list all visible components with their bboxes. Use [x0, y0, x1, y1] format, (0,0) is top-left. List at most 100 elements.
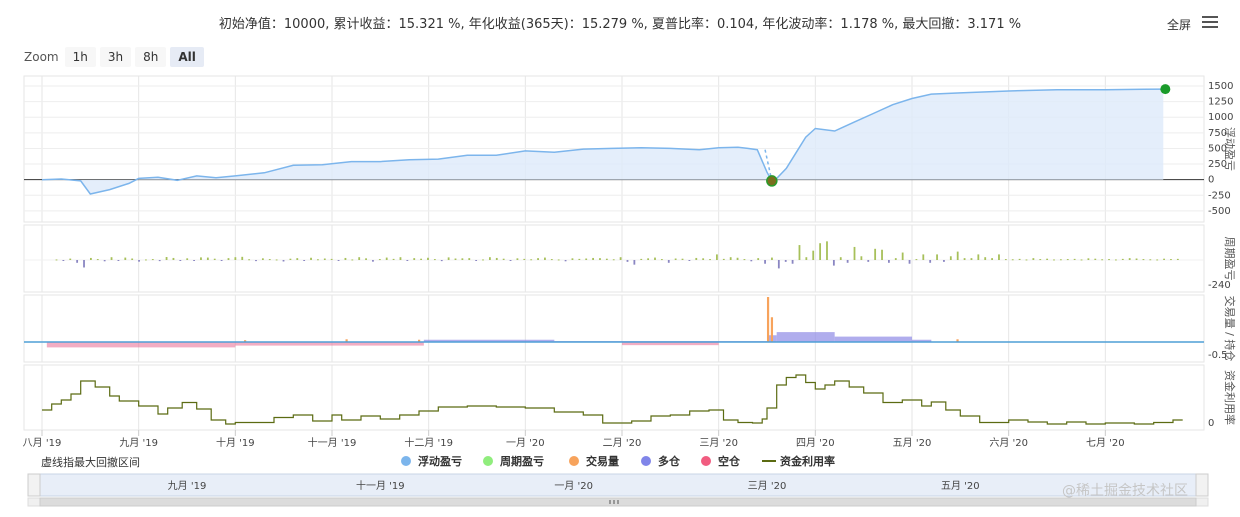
period-pnl-bar	[420, 258, 423, 260]
pnl-end-marker	[1160, 84, 1171, 95]
period-pnl-bar	[826, 241, 828, 260]
period-pnl-bar	[537, 258, 539, 260]
period-pnl-bar	[323, 258, 326, 260]
period-pnl-bar	[385, 257, 388, 260]
period-pnl-bar	[654, 257, 656, 260]
period-pnl-bar	[55, 259, 58, 261]
navigator-label: 五月 '20	[941, 480, 980, 492]
pane-title-volume: 交易量 / 持仓	[1223, 296, 1237, 362]
volume-bar	[770, 317, 774, 342]
period-pnl-bar	[846, 260, 849, 263]
period-pnl-bar	[640, 258, 643, 260]
period-pnl-bar	[784, 260, 787, 262]
period-pnl-bar	[564, 260, 567, 262]
period-pnl-bar	[771, 257, 773, 260]
period-pnl-bar	[998, 254, 1000, 260]
period-pnl-bar	[1170, 259, 1172, 261]
period-pnl-bar	[888, 260, 890, 263]
period-pnl-bar	[495, 257, 498, 260]
period-pnl-bar	[991, 258, 993, 260]
period-pnl-bar	[255, 260, 257, 262]
period-pnl-bar	[874, 248, 877, 260]
period-pnl-bar	[1032, 258, 1035, 260]
period-pnl-bar	[819, 243, 822, 260]
period-pnl-bar	[1059, 259, 1062, 261]
x-tick-label: 三月 '20	[699, 437, 738, 449]
period-pnl-bar	[372, 260, 374, 262]
period-pnl-bar	[812, 250, 815, 260]
period-pnl-bar	[1108, 259, 1110, 261]
period-pnl-bar	[158, 260, 161, 262]
period-pnl-bar	[1025, 259, 1028, 261]
period-pnl-bar	[619, 257, 622, 260]
period-pnl-bar	[1128, 258, 1131, 260]
legend-item[interactable]: 交易量	[569, 454, 619, 468]
legend-item[interactable]: 空仓	[701, 454, 741, 468]
period-pnl-bar	[984, 257, 987, 260]
volume-bar	[766, 297, 770, 342]
period-pnl-bar	[392, 258, 395, 260]
period-pnl-bar	[241, 256, 244, 260]
period-pnl-bar	[1073, 258, 1076, 260]
period-pnl-bar	[571, 258, 574, 260]
period-pnl-bar	[1135, 258, 1138, 260]
x-tick-label: 七月 '20	[1086, 437, 1125, 449]
period-pnl-bar	[736, 257, 739, 260]
period-pnl-bar	[413, 258, 416, 260]
y-tick-label: 0	[1208, 175, 1214, 186]
period-pnl-bar	[76, 260, 79, 263]
long-position-area	[834, 336, 912, 342]
period-pnl-bar	[860, 256, 863, 260]
period-pnl-bar	[605, 258, 608, 260]
period-pnl-bar	[220, 260, 223, 261]
navigator-left-handle[interactable]	[27, 473, 41, 497]
period-pnl-bar	[757, 258, 760, 260]
period-pnl-bar	[695, 257, 698, 260]
period-pnl-bar	[96, 259, 99, 261]
period-pnl-bar	[213, 258, 216, 260]
legend-item[interactable]: 多仓	[641, 454, 681, 468]
legend-item[interactable]: 周期盈亏	[483, 454, 544, 468]
period-pnl-bar	[509, 260, 512, 261]
drawdown-footnote: 虚线指最大回撤区间	[41, 456, 140, 469]
period-pnl-bar	[798, 245, 801, 260]
period-pnl-bar	[1149, 259, 1152, 261]
navigator-label: 一月 '20	[554, 480, 593, 492]
period-pnl-bar	[447, 257, 450, 260]
y-tick-label: 1500	[1208, 81, 1233, 92]
period-pnl-bar	[268, 259, 271, 261]
period-pnl-bar	[853, 246, 856, 260]
period-pnl-bar	[922, 254, 925, 260]
period-pnl-bar	[502, 258, 505, 260]
period-pnl-bar	[1039, 259, 1042, 261]
navigator-selected-range	[39, 473, 1201, 497]
legend-marker	[641, 456, 651, 466]
period-pnl-bar	[578, 258, 581, 260]
legend-label: 空仓	[718, 454, 741, 468]
y-tick-label: 1000	[1208, 112, 1233, 123]
period-pnl-bar	[867, 260, 870, 262]
drawdown-low-marker	[766, 175, 778, 187]
period-pnl-bar	[1080, 259, 1083, 261]
period-pnl-bar	[303, 260, 306, 261]
period-pnl-bar	[461, 258, 464, 260]
period-pnl-bar	[777, 260, 780, 269]
navigator-right-handle[interactable]	[1195, 473, 1209, 497]
legend-item[interactable]: 浮动盈亏	[401, 454, 462, 468]
y-tick-label: -240	[1208, 280, 1231, 291]
period-pnl-bar	[1156, 259, 1159, 261]
period-pnl-bar	[805, 257, 808, 260]
period-pnl-bar	[151, 259, 154, 261]
legend-item[interactable]: 资金利用率	[762, 454, 835, 468]
period-pnl-bar	[963, 258, 966, 260]
x-tick-label: 四月 '20	[796, 437, 835, 449]
period-pnl-bar	[722, 258, 725, 260]
period-pnl-bar	[310, 257, 312, 260]
y-tick-label: -500	[1208, 206, 1231, 217]
period-pnl-bar	[330, 258, 333, 260]
period-pnl-bar	[206, 257, 209, 260]
period-pnl-bar	[881, 249, 883, 260]
x-tick-label: 十一月 '19	[308, 436, 357, 449]
period-pnl-bar	[317, 259, 319, 261]
x-tick-label: 九月 '19	[119, 437, 158, 449]
